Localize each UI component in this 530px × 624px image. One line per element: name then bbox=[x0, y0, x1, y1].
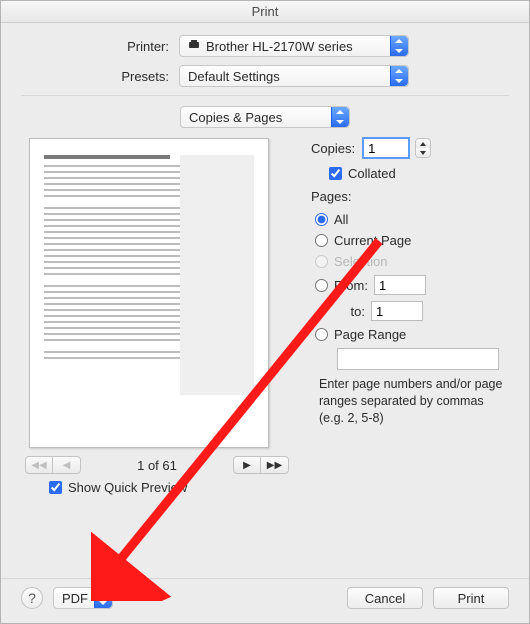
pages-label: Pages: bbox=[311, 189, 351, 204]
presets-popup[interactable]: Default Settings bbox=[179, 65, 409, 87]
nav-next-button[interactable]: ▶ bbox=[233, 456, 261, 474]
chevron-updown-icon bbox=[390, 66, 408, 86]
printer-value: Brother HL-2170W series bbox=[206, 39, 353, 54]
pages-radio-all[interactable]: All bbox=[315, 212, 509, 227]
printer-icon bbox=[188, 40, 200, 52]
pdf-popup-label: PDF bbox=[62, 591, 88, 606]
print-preview-page bbox=[29, 138, 269, 448]
pages-to-label: to: bbox=[337, 304, 365, 319]
pages-range-input[interactable] bbox=[337, 348, 499, 370]
section-popup[interactable]: Copies & Pages bbox=[180, 106, 350, 128]
pages-current-label: Current Page bbox=[334, 233, 411, 248]
pdf-popup[interactable]: PDF bbox=[53, 587, 113, 609]
cancel-button[interactable]: Cancel bbox=[347, 587, 423, 609]
stepper-up-icon[interactable] bbox=[416, 139, 430, 148]
show-quick-preview-checkbox[interactable] bbox=[49, 481, 62, 494]
presets-value: Default Settings bbox=[188, 69, 280, 84]
pages-radio-from[interactable]: From: bbox=[315, 275, 509, 295]
pages-radio-selection: Selection bbox=[315, 254, 509, 269]
divider bbox=[21, 95, 509, 96]
show-quick-preview-label: Show Quick Preview bbox=[68, 480, 187, 495]
pages-to-input[interactable] bbox=[371, 301, 423, 321]
pages-range-label: Page Range bbox=[334, 327, 406, 342]
nav-first-button[interactable]: ◀◀ bbox=[25, 456, 53, 474]
page-indicator: 1 of 61 bbox=[112, 458, 202, 473]
pages-radio-range[interactable]: Page Range bbox=[315, 327, 509, 342]
collated-label: Collated bbox=[348, 166, 396, 181]
pages-all-label: All bbox=[334, 212, 348, 227]
copies-label: Copies: bbox=[311, 141, 355, 156]
window-title: Print bbox=[1, 1, 529, 23]
chevron-updown-icon bbox=[390, 36, 408, 56]
copies-input[interactable] bbox=[363, 138, 409, 158]
chevron-updown-icon bbox=[331, 107, 349, 127]
printer-popup[interactable]: Brother HL-2170W series bbox=[179, 35, 409, 57]
printer-label: Printer: bbox=[21, 39, 179, 54]
help-button[interactable]: ? bbox=[21, 587, 43, 609]
stepper-down-icon[interactable] bbox=[416, 148, 430, 157]
help-icon: ? bbox=[28, 590, 36, 606]
presets-label: Presets: bbox=[21, 69, 179, 84]
collated-checkbox[interactable] bbox=[329, 167, 342, 180]
section-popup-label: Copies & Pages bbox=[189, 110, 282, 125]
nav-prev-button[interactable]: ◀ bbox=[53, 456, 81, 474]
pages-selection-label: Selection bbox=[334, 254, 387, 269]
chevron-updown-icon bbox=[94, 588, 112, 608]
pages-radio-current[interactable]: Current Page bbox=[315, 233, 509, 248]
nav-last-button[interactable]: ▶▶ bbox=[261, 456, 289, 474]
copies-stepper[interactable] bbox=[415, 138, 431, 158]
pages-from-input[interactable] bbox=[374, 275, 426, 295]
pages-range-hint: Enter page numbers and/or page ranges se… bbox=[319, 376, 509, 427]
print-button[interactable]: Print bbox=[433, 587, 509, 609]
pages-from-label: From: bbox=[334, 278, 368, 293]
